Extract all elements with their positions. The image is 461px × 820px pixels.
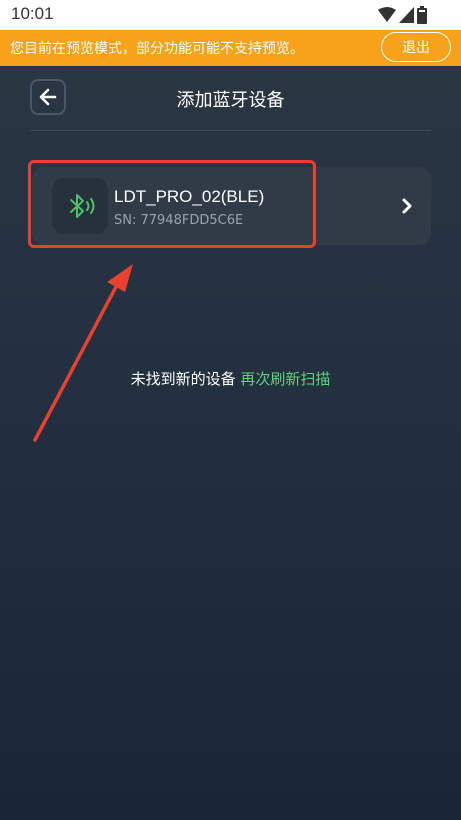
no-devices-message: 未找到新的设备 <box>130 370 236 388</box>
cellular-signal-icon <box>399 7 414 23</box>
preview-banner-text: 您目前在预览模式，部分功能可能不支持预览。 <box>10 41 304 57</box>
empty-state: 未找到新的设备 再次刷新扫描 <box>0 368 461 389</box>
rescan-link[interactable]: 再次刷新扫描 <box>240 370 330 388</box>
exit-preview-label: 退出 <box>402 40 430 56</box>
header-divider <box>30 130 431 131</box>
page-title: 添加蓝牙设备 <box>176 90 285 111</box>
status-time: 10:01 <box>11 4 54 23</box>
exit-preview-button[interactable]: 退出 <box>381 32 451 62</box>
wifi-icon <box>378 7 396 22</box>
annotation-highlight-box <box>28 160 316 248</box>
battery-icon <box>417 6 427 24</box>
annotation-arrow <box>33 264 133 442</box>
status-bar: 10:01 <box>0 0 461 30</box>
status-icons <box>378 6 427 24</box>
chevron-right-icon <box>402 198 412 214</box>
